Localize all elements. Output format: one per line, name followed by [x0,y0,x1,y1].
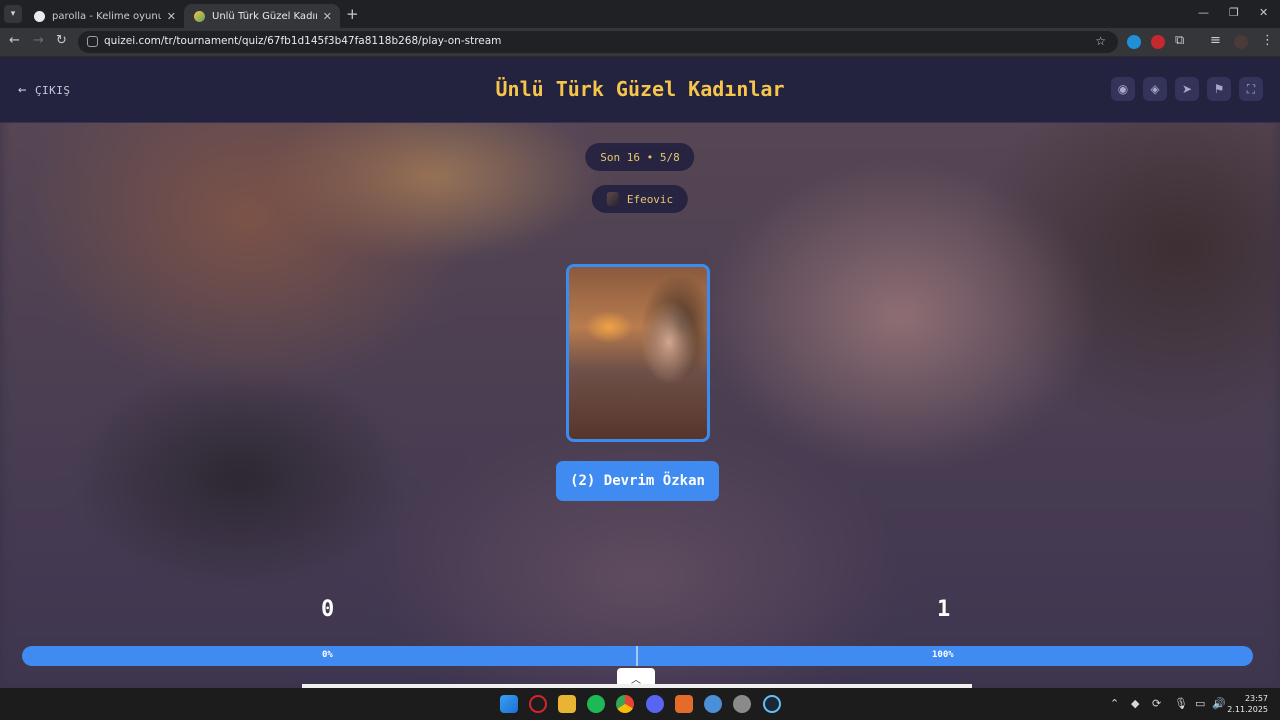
window-maximize-button[interactable]: ❐ [1229,6,1239,19]
extension-icon[interactable] [1151,35,1165,49]
system-clock[interactable]: 23:57 2.11.2025 [1227,693,1268,715]
bookmark-star-icon[interactable]: ☆ [1095,34,1106,48]
shapes-icon[interactable]: ◈ [1143,77,1167,101]
windows-start-icon[interactable] [500,695,518,713]
forward-arrow-icon[interactable]: → [33,33,44,48]
exit-label: ÇIKIŞ [34,83,71,97]
chrome-icon[interactable] [616,695,634,713]
tab-close-icon[interactable]: ✕ [167,10,176,23]
browser-menu-icon[interactable]: ⋮ [1261,33,1274,48]
file-explorer-icon[interactable] [558,695,576,713]
windows-taskbar: ⌃ ◆ ⟳ 🎙 ▭ 🔊 23:57 2.11.2025 [0,688,1280,720]
profile-avatar[interactable] [1234,35,1248,49]
extensions-puzzle-icon[interactable]: ⧉ [1175,33,1184,48]
browser-tab-strip: ▾ parolla - Kelime oyunu. Günlük ✕ Ünlü … [0,0,1280,28]
quiz-page: ← ÇIKIŞ Ünlü Türk Güzel Kadınlar ◉ ◈ ➤ ⚑… [0,57,1280,688]
tray-sync-icon[interactable]: ⟳ [1152,697,1161,710]
site-info-icon[interactable] [87,36,98,47]
clock-time: 23:57 [1244,694,1268,703]
volume-icon[interactable]: 🔊 [1212,697,1226,710]
contestant-label: (2) Devrim Özkan [570,473,705,489]
browser-tab[interactable]: parolla - Kelime oyunu. Günlük ✕ [24,4,184,28]
round-badge: Son 16 • 5/8 [585,143,695,171]
spotify-icon[interactable] [587,695,605,713]
media-control-icon[interactable]: ≡ [1210,33,1221,48]
clock-date: 2.11.2025 [1227,705,1268,714]
tab-title: parolla - Kelime oyunu. Günlük [52,10,161,22]
app-icon[interactable] [675,695,693,713]
exit-button[interactable]: ← ÇIKIŞ [18,82,71,98]
progress-right-label: 100% [932,650,954,660]
progress-left-label: 0% [322,650,333,660]
flag-icon[interactable]: ⚑ [1207,77,1231,101]
streamer-name: Efeovic [626,192,674,206]
progress-divider [636,646,638,666]
tab-title: Ünlü Türk Güzel Kadınlar - Quiz [212,10,317,22]
arrow-left-icon: ← [18,82,27,98]
steam-icon[interactable] [763,695,781,713]
eye-icon[interactable]: ◉ [1111,77,1135,101]
tab-search-button[interactable]: ▾ [4,5,22,23]
window-close-button[interactable]: ✕ [1259,6,1268,19]
back-arrow-icon[interactable]: ← [9,33,20,48]
contestant-photo[interactable] [566,264,710,442]
app-notify-icon[interactable] [733,695,751,713]
window-minimize-button[interactable]: — [1198,6,1209,19]
streamer-badge: Efeovic [591,185,689,213]
contestant-vote-button[interactable]: (2) Devrim Özkan [556,461,719,501]
quizei-favicon-icon [194,10,205,22]
parolla-favicon-icon [34,10,45,22]
extension-icon[interactable] [1127,35,1141,49]
streamer-avatar [606,192,619,206]
round-label: Son 16 • 5/8 [600,150,680,164]
fullscreen-icon[interactable]: ⛶ [1239,77,1263,101]
network-icon[interactable]: ▭ [1195,697,1205,710]
tab-close-icon[interactable]: ✕ [323,10,332,23]
browser-tab-active[interactable]: Ünlü Türk Güzel Kadınlar - Quiz ✕ [184,4,340,28]
microphone-icon[interactable]: 🎙 [1174,697,1188,710]
opera-icon[interactable] [529,695,547,713]
quiz-header: ← ÇIKIŞ Ünlü Türk Güzel Kadınlar ◉ ◈ ➤ ⚑… [0,57,1280,123]
address-bar[interactable]: quizei.com/tr/tournament/quiz/67fb1d145f… [78,31,1118,53]
send-icon[interactable]: ➤ [1175,77,1199,101]
score-left: 0 [321,597,335,622]
tray-discord-icon[interactable]: ◆ [1131,697,1139,710]
tray-overflow-icon[interactable]: ⌃ [1110,697,1119,710]
vote-progress-bar: 0% 100% [22,646,1253,666]
new-tab-button[interactable]: + [346,5,359,23]
settings-icon[interactable] [704,695,722,713]
discord-icon[interactable] [646,695,664,713]
reload-icon[interactable]: ↻ [56,33,67,48]
quiz-title: Ünlü Türk Güzel Kadınlar [495,77,785,101]
score-right: 1 [937,597,951,622]
url-text[interactable]: quizei.com/tr/tournament/quiz/67fb1d145f… [104,35,501,47]
browser-toolbar: ← → ↻ quizei.com/tr/tournament/quiz/67fb… [0,28,1280,57]
